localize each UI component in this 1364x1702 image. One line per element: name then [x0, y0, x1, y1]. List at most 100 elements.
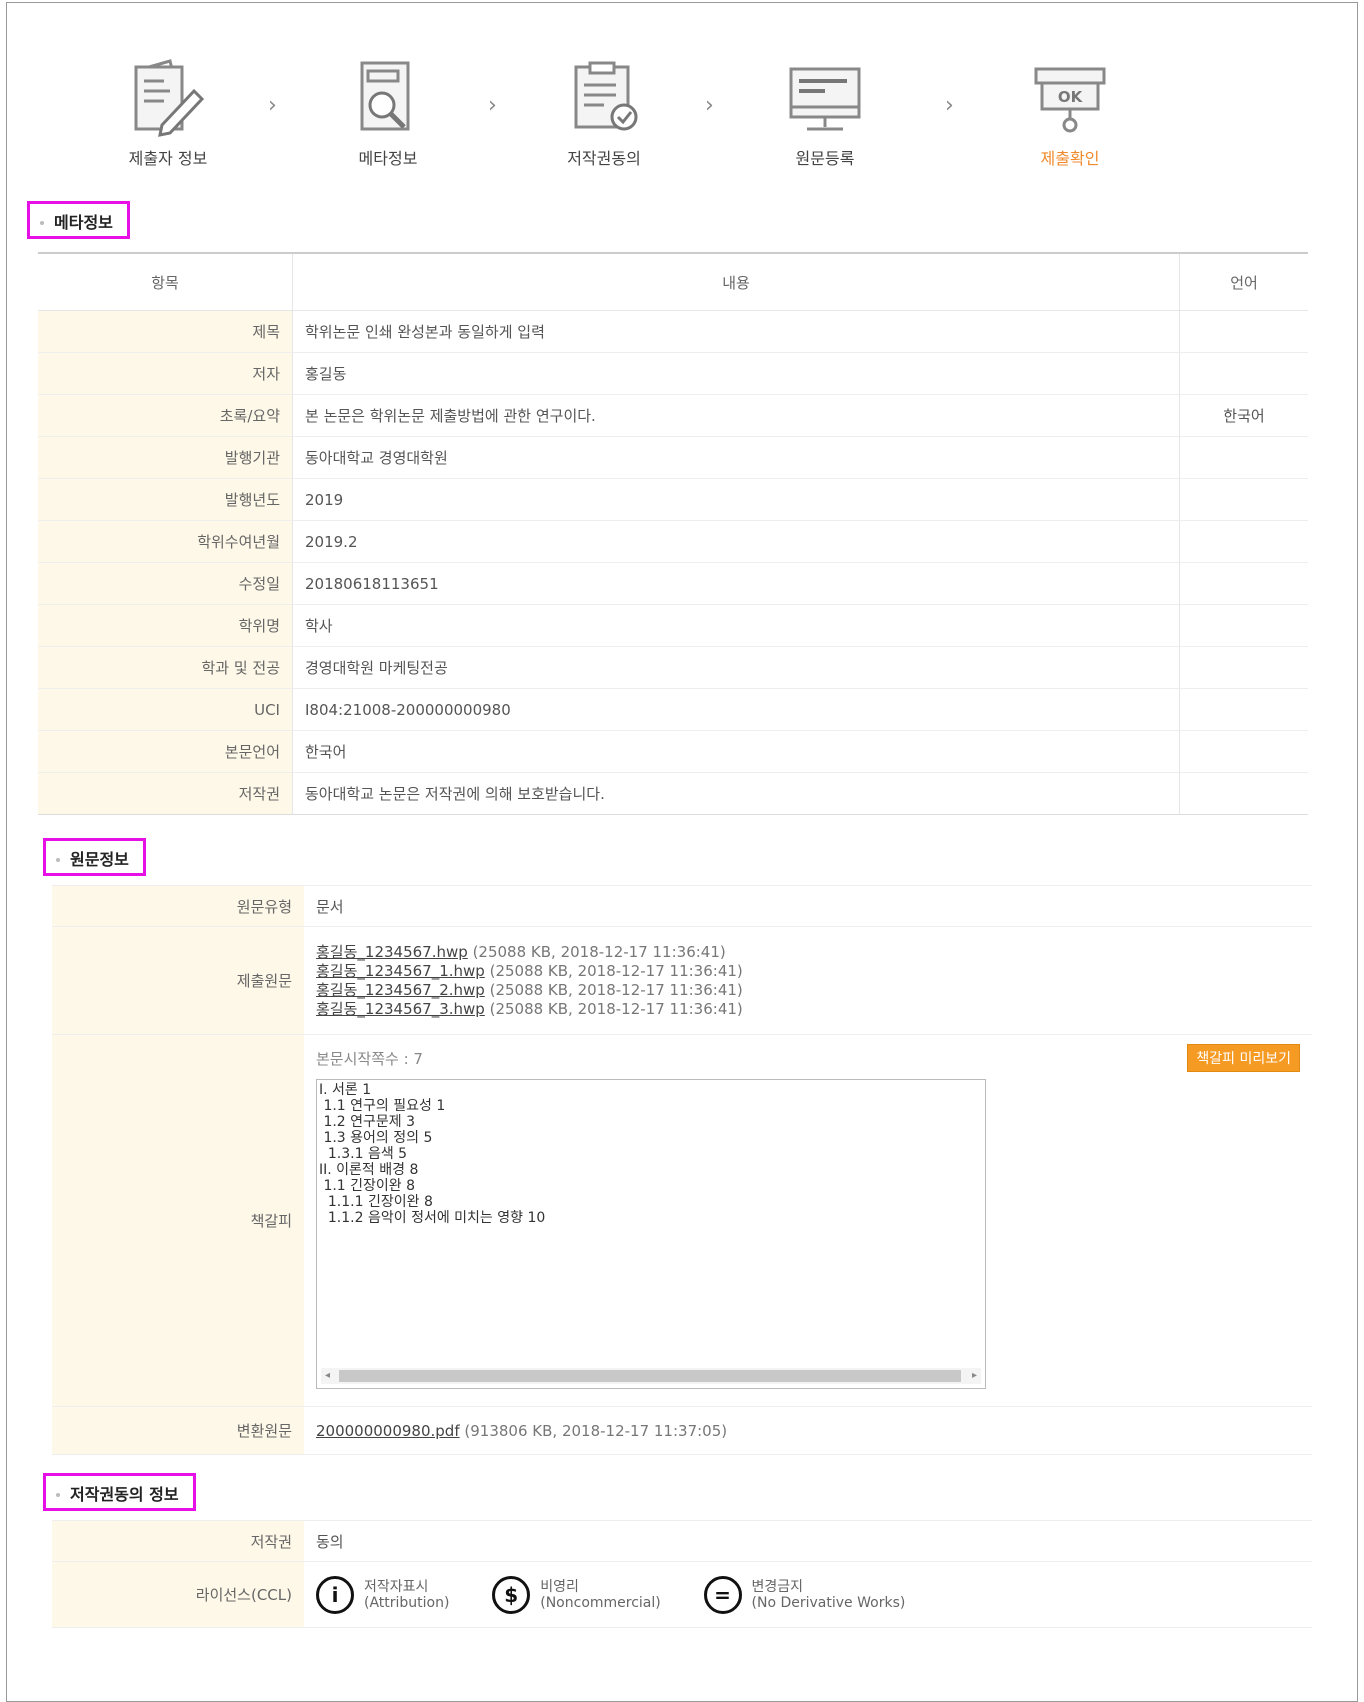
- col-header-content: 내용: [292, 253, 1180, 311]
- scroll-right-icon[interactable]: ▸: [972, 1368, 977, 1384]
- row-key: 수정일: [38, 562, 293, 605]
- row-value: 학위논문 인쇄 완성본과 동일하게 입력: [292, 310, 1180, 353]
- row-lang: 한국어: [1179, 394, 1308, 437]
- scrollbar-thumb[interactable]: [339, 1370, 961, 1382]
- row-key: 제목: [38, 310, 293, 353]
- ok-stamp-icon: OK: [1034, 67, 1106, 133]
- license-list: i 저작자표시 (Attribution) $ 비영리 (Noncommercial…: [304, 1561, 1312, 1628]
- file-meta: (25088 KB, 2018-12-17 11:36:41): [489, 980, 743, 999]
- submitted-files: 홍길동_1234567.hwp (25088 KB, 2018-12-17 11…: [304, 926, 1312, 1035]
- row-value: 본 논문은 학위논문 제출방법에 관한 연구이다.: [292, 394, 1180, 437]
- row-key: 학위명: [38, 604, 293, 647]
- row-lang: [1179, 562, 1308, 605]
- row-key: 변환원문: [52, 1406, 304, 1455]
- noncommercial-icon: $: [492, 1575, 531, 1614]
- bookmark-preview-button[interactable]: 책갈피 미리보기: [1187, 1044, 1300, 1072]
- svg-text:OK: OK: [1058, 88, 1084, 106]
- table-row: 라이선스(CCL) i 저작자표시 (Attribution) $ 비영리 (Non…: [52, 1561, 1312, 1628]
- row-value: 동아대학교 논문은 저작권에 의해 보호받습니다.: [292, 772, 1180, 815]
- horizontal-scrollbar[interactable]: ◂ ▸: [321, 1368, 981, 1384]
- file-link[interactable]: 홍길동_1234567_2.hwp: [316, 981, 485, 999]
- file-item: 홍길동_1234567_3.hwp (25088 KB, 2018-12-17 …: [316, 1000, 1300, 1019]
- file-link[interactable]: 200000000980.pdf: [316, 1422, 460, 1440]
- license-attribution: i 저작자표시 (Attribution): [316, 1575, 449, 1614]
- step-submitter-info: 제출자 정보: [78, 55, 258, 169]
- table-row: 학위명 학사: [38, 604, 1308, 647]
- license-en: (Noncommercial): [540, 1594, 661, 1611]
- license-en: (No Derivative Works): [751, 1594, 906, 1611]
- table-row: 저작권 동의: [52, 1520, 1312, 1562]
- bookmark-cell: 본문시작쪽수 : 7 책갈피 미리보기 I. 서론 1 1.1 연구의 필요성 …: [304, 1034, 1312, 1407]
- chevron-right-icon: ›: [268, 93, 277, 118]
- row-key: UCI: [38, 688, 293, 731]
- bookmark-toolbar: 본문시작쪽수 : 7 책갈피 미리보기: [316, 1043, 1300, 1073]
- step-label: 원문등록: [795, 149, 855, 168]
- file-item: 홍길동_1234567.hwp (25088 KB, 2018-12-17 11…: [316, 943, 1300, 962]
- table-row: 책갈피 본문시작쪽수 : 7 책갈피 미리보기 I. 서론 1 1.1 연구의 …: [52, 1034, 1312, 1407]
- row-lang: [1179, 646, 1308, 689]
- meta-table: 항목 내용 언어 제목 학위논문 인쇄 완성본과 동일하게 입력 저자 홍길동 초록…: [38, 252, 1308, 815]
- copyright-section-title: 저작권동의 정보: [43, 1473, 196, 1511]
- row-value: 20180618113651: [292, 562, 1180, 605]
- table-row: 본문언어 한국어: [38, 730, 1308, 773]
- row-key: 발행기관: [38, 436, 293, 479]
- original-section-title: 원문정보: [43, 838, 146, 876]
- copyright-info-table: 저작권 동의 라이선스(CCL) i 저작자표시 (Attribution) $ …: [52, 1520, 1312, 1628]
- row-key: 초록/요약: [38, 394, 293, 437]
- row-lang: [1179, 688, 1308, 731]
- bookmark-textarea[interactable]: I. 서론 1 1.1 연구의 필요성 1 1.2 연구문제 3 1.3 용어의…: [316, 1079, 986, 1389]
- row-value: 2019: [292, 478, 1180, 521]
- step-meta-info: 메타정보: [298, 55, 478, 169]
- row-key: 원문유형: [52, 885, 304, 927]
- row-lang: [1179, 478, 1308, 521]
- row-lang: [1179, 520, 1308, 563]
- row-key: 저작권: [38, 772, 293, 815]
- file-meta: (25088 KB, 2018-12-17 11:36:41): [489, 999, 743, 1018]
- row-value: 홍길동: [292, 352, 1180, 395]
- col-header-item: 항목: [38, 253, 293, 311]
- step-copyright-agree: 저작권동의: [514, 55, 694, 169]
- step-label: 제출확인: [1040, 149, 1100, 168]
- monitor-icon: [789, 67, 861, 131]
- row-key: 학위수여년월: [38, 520, 293, 563]
- row-key: 발행년도: [38, 478, 293, 521]
- file-item: 홍길동_1234567_2.hwp (25088 KB, 2018-12-17 …: [316, 981, 1300, 1000]
- step-original-register: 원문등록: [735, 55, 915, 169]
- step-submit-confirm: OK 제출확인: [980, 55, 1160, 169]
- table-row: 제목 학위논문 인쇄 완성본과 동일하게 입력: [38, 310, 1308, 353]
- file-link[interactable]: 홍길동_1234567_3.hwp: [316, 1000, 485, 1018]
- row-value: I804:21008-200000000980: [292, 688, 1180, 731]
- row-value: 2019.2: [292, 520, 1180, 563]
- row-key: 저작권: [52, 1520, 304, 1562]
- license-name: 비영리: [540, 1578, 579, 1595]
- step-label: 메타정보: [358, 149, 418, 168]
- chevron-right-icon: ›: [488, 93, 497, 118]
- table-row: 원문유형 문서: [52, 885, 1312, 927]
- table-row: 변환원문 200000000980.pdf (913806 KB, 2018-1…: [52, 1406, 1312, 1455]
- file-meta: (913806 KB, 2018-12-17 11:37:05): [464, 1421, 728, 1440]
- table-row: 학위수여년월 2019.2: [38, 520, 1308, 563]
- license-no-derivative: = 변경금지 (No Derivative Works): [703, 1575, 906, 1614]
- license-name: 변경금지: [751, 1578, 804, 1595]
- row-lang: [1179, 436, 1308, 479]
- row-value: 학사: [292, 604, 1180, 647]
- row-value: 경영대학원 마케팅전공: [292, 646, 1180, 689]
- scroll-left-icon[interactable]: ◂: [325, 1368, 330, 1384]
- file-link[interactable]: 홍길동_1234567.hwp: [316, 943, 468, 961]
- col-header-lang: 언어: [1179, 253, 1308, 311]
- chevron-right-icon: ›: [705, 93, 714, 118]
- table-row: 저작권 동아대학교 논문은 저작권에 의해 보호받습니다.: [38, 772, 1308, 815]
- attribution-icon: i: [316, 1575, 354, 1614]
- file-link[interactable]: 홍길동_1234567_1.hwp: [316, 962, 485, 980]
- row-lang: [1179, 310, 1308, 353]
- table-row: UCI I804:21008-200000000980: [38, 688, 1308, 731]
- table-row: 초록/요약 본 논문은 학위논문 제출방법에 관한 연구이다. 한국어: [38, 394, 1308, 437]
- table-row: 발행년도 2019: [38, 478, 1308, 521]
- row-key: 제출원문: [52, 926, 304, 1035]
- row-lang: [1179, 730, 1308, 773]
- row-key: 책갈피: [52, 1034, 304, 1407]
- table-row: 학과 및 전공 경영대학원 마케팅전공: [38, 646, 1308, 689]
- step-label: 저작권동의: [567, 149, 641, 168]
- table-row: 제출원문 홍길동_1234567.hwp (25088 KB, 2018-12-…: [52, 926, 1312, 1035]
- row-lang: [1179, 352, 1308, 395]
